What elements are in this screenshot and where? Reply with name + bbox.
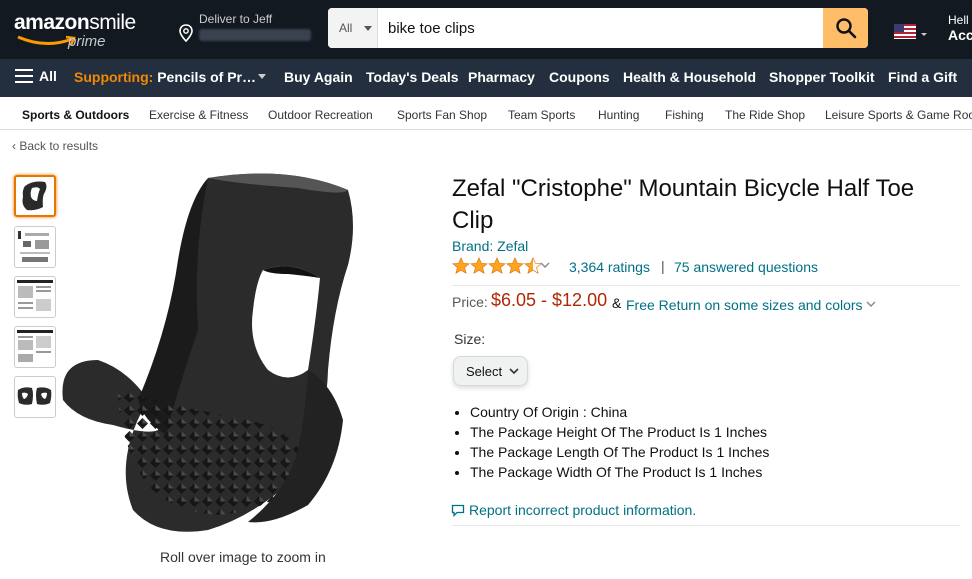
logo-amazon-text: amazon xyxy=(14,11,90,34)
us-flag-icon[interactable] xyxy=(894,24,930,40)
product-title: Zefal "Cristophe" Mountain Bicycle Half … xyxy=(452,175,915,234)
product-bullets: Country Of Origin : China The Package He… xyxy=(470,402,930,482)
free-return-link[interactable]: Free Return on some sizes and colors xyxy=(626,297,863,313)
nav-shopper-toolkit[interactable]: Shopper Toolkit xyxy=(769,69,875,85)
subnav-exercise-fitness[interactable]: Exercise & Fitness xyxy=(149,108,248,122)
search-icon xyxy=(835,18,856,39)
bullet-item: The Package Width Of The Product Is 1 In… xyxy=(470,462,930,482)
brand-link[interactable]: Brand: Zefal xyxy=(452,238,528,254)
greeting-text: Hell xyxy=(948,13,969,27)
logo-prime-text: prime xyxy=(68,33,106,50)
search-category-dropdown[interactable]: All xyxy=(328,8,378,48)
thumbnail-5[interactable] xyxy=(14,376,56,418)
answered-questions-link[interactable]: 75 answered questions xyxy=(674,259,818,275)
ratings-count-link[interactable]: 3,364 ratings xyxy=(569,259,650,275)
nav-health-household[interactable]: Health & Household xyxy=(623,69,756,85)
all-label: All xyxy=(39,68,57,84)
subnav-outdoor-recreation[interactable]: Outdoor Recreation xyxy=(268,108,373,122)
divider xyxy=(452,285,960,286)
supporting-caret-icon[interactable] xyxy=(258,74,266,79)
manual-thumb-image-2 xyxy=(17,330,53,362)
report-label: Report incorrect product information. xyxy=(469,502,697,518)
thumbnail-3[interactable] xyxy=(14,276,56,318)
bullet-item: The Package Length Of The Product Is 1 I… xyxy=(470,442,930,462)
subnav-sports-fan-shop[interactable]: Sports Fan Shop xyxy=(397,108,487,122)
hamburger-icon xyxy=(15,69,33,83)
logo-smile-text: smile xyxy=(89,11,136,34)
bullet-item: Country Of Origin : China xyxy=(470,402,930,422)
all-menu-button[interactable]: All xyxy=(15,68,57,84)
speech-bubble-icon xyxy=(451,504,465,517)
nav-buy-again[interactable]: Buy Again xyxy=(284,69,353,85)
pair-thumb-image xyxy=(17,387,52,405)
diagram-thumb-image xyxy=(18,231,50,262)
location-pin-icon xyxy=(179,24,193,42)
thumbnail-1[interactable] xyxy=(14,175,56,217)
subnav-team-sports[interactable]: Team Sports xyxy=(508,108,575,122)
chevron-down-icon[interactable] xyxy=(866,300,876,308)
product-main-image[interactable] xyxy=(58,170,438,542)
blurred-address xyxy=(199,29,311,41)
nav-coupons[interactable]: Coupons xyxy=(549,69,610,85)
category-subnav: Sports & Outdoors Exercise & Fitness Out… xyxy=(0,97,972,130)
price-row: Price: $6.05 - $12.00 & Free Return on s… xyxy=(452,290,952,317)
search-bar: All xyxy=(328,8,868,48)
toe-clip-thumb-image xyxy=(22,181,47,211)
search-input[interactable] xyxy=(380,8,820,48)
search-button[interactable] xyxy=(823,8,868,48)
thumbnail-2[interactable] xyxy=(14,226,56,268)
manual-thumb-image xyxy=(17,280,53,311)
chevron-down-icon[interactable] xyxy=(540,261,550,269)
main-nav: All Supporting: Pencils of Pr… Buy Again… xyxy=(0,59,972,97)
amazon-smile-logo[interactable]: amazonsmile prime xyxy=(14,11,149,51)
top-header: amazonsmile prime Deliver to Jeff All He… xyxy=(0,0,972,59)
ratings-separator: | xyxy=(661,258,665,274)
price-ampersand: & xyxy=(612,295,622,311)
subnav-hunting[interactable]: Hunting xyxy=(598,108,639,122)
account-menu[interactable]: Acc xyxy=(948,27,972,43)
search-category-label: All xyxy=(339,21,353,35)
size-selected-value: Select xyxy=(466,364,503,379)
zoom-hint-text: Roll over image to zoom in xyxy=(160,549,326,565)
supporting-org: Pencils of Pr… xyxy=(157,69,257,85)
rating-row: 3,364 ratings | 75 answered questions xyxy=(452,257,872,277)
deliver-to-location[interactable]: Deliver to Jeff xyxy=(179,12,319,48)
thumbnail-4[interactable] xyxy=(14,326,56,368)
star-rating[interactable] xyxy=(452,257,542,275)
divider xyxy=(452,525,960,526)
subnav-sports-outdoors[interactable]: Sports & Outdoors xyxy=(22,108,129,122)
back-to-results-link[interactable]: ‹ Back to results xyxy=(12,139,98,153)
subnav-leisure-sports[interactable]: Leisure Sports & Game Roo xyxy=(825,108,972,122)
supporting-charity[interactable]: Supporting: Pencils of Pr… xyxy=(74,69,256,85)
caret-down-icon xyxy=(364,26,372,31)
price-value: $6.05 - $12.00 xyxy=(491,290,608,310)
size-dropdown[interactable]: Select xyxy=(453,356,528,386)
supporting-prefix: Supporting: xyxy=(74,69,154,85)
star-full-icon xyxy=(488,257,506,274)
report-incorrect-info-link[interactable]: Report incorrect product information. xyxy=(451,502,696,518)
bullet-item: The Package Height Of The Product Is 1 I… xyxy=(470,422,930,442)
deliver-label: Deliver to Jeff xyxy=(199,12,273,26)
nav-find-a-gift[interactable]: Find a Gift xyxy=(888,69,957,85)
star-full-icon xyxy=(506,257,524,274)
star-full-icon xyxy=(470,257,488,274)
star-full-icon xyxy=(452,257,470,274)
nav-todays-deals[interactable]: Today's Deals xyxy=(366,69,459,85)
subnav-fishing[interactable]: Fishing xyxy=(665,108,704,122)
size-label: Size: xyxy=(454,331,486,347)
nav-pharmacy[interactable]: Pharmacy xyxy=(468,69,535,85)
price-label: Price: xyxy=(452,294,488,310)
subnav-ride-shop[interactable]: The Ride Shop xyxy=(725,108,805,122)
chevron-down-icon xyxy=(509,368,519,375)
